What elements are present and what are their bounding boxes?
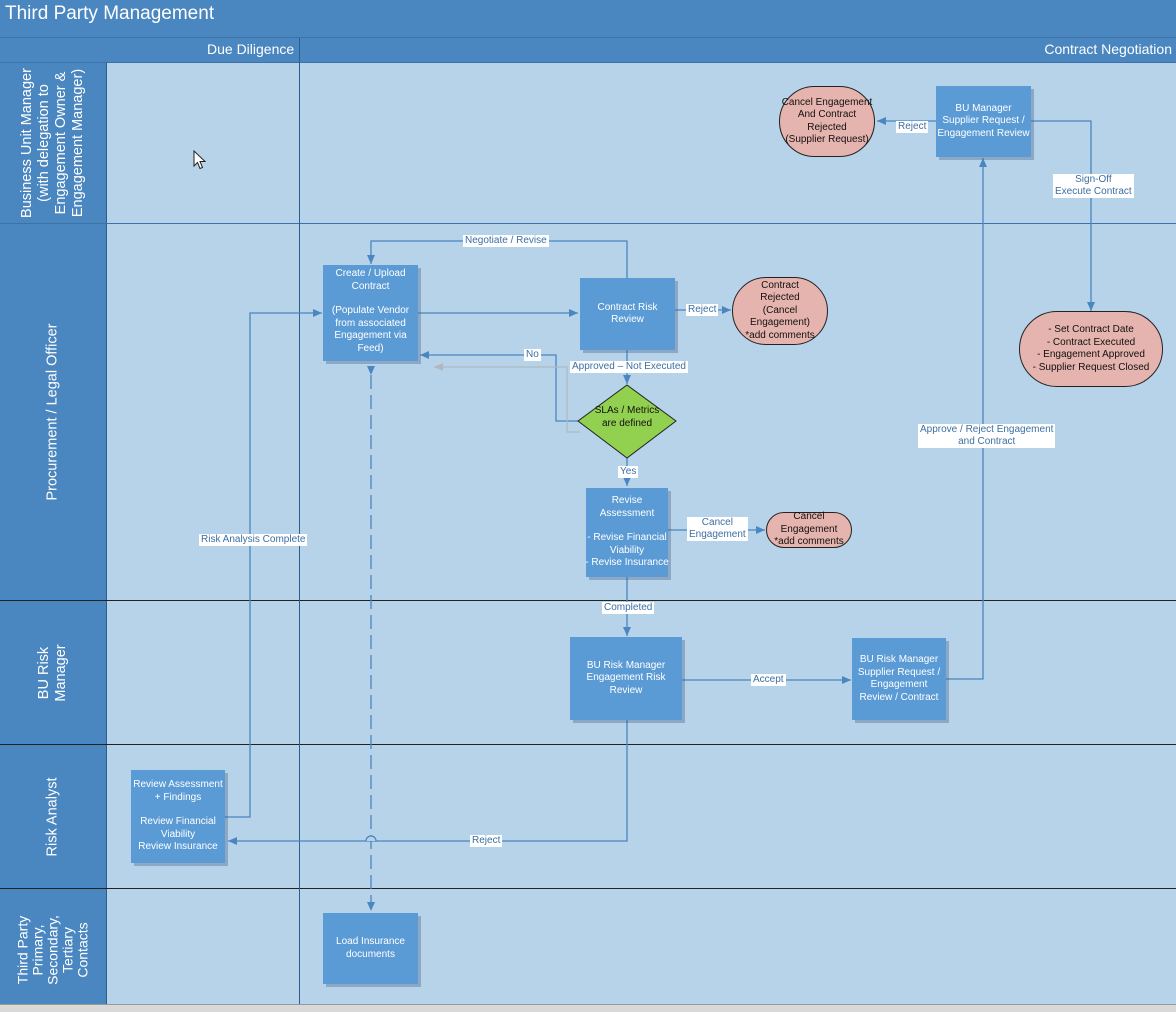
connector-reject-bottom <box>228 720 628 845</box>
box-bu-manager-review: BU Manager Supplier Request / Engagement… <box>936 86 1031 157</box>
box-revise-assessment: Revise Assessment - Revise Financial Via… <box>585 488 669 577</box>
edge-label-yes: Yes <box>618 466 639 478</box>
box-contract-risk-review: Contract Risk Review <box>580 278 675 350</box>
connector-no <box>420 351 580 422</box>
box-bu-risk-manager-review: BU Risk Manager Engagement Risk Review <box>570 637 682 720</box>
mouse-cursor-icon <box>193 150 207 170</box>
edge-label-no: No <box>524 349 541 361</box>
box-bu-risk-manager-contract: BU Risk Manager Supplier Request / Engag… <box>852 638 946 720</box>
edge-label-approve-reject: Approve / Reject Engagement and Contract <box>918 424 1056 448</box>
terminator-cancel-engagement: Cancel Engagement *add comments <box>766 511 852 548</box>
terminator-cancel-engagement-rejected: Cancel Engagement And Contract Rejected … <box>779 86 875 157</box>
edge-label-completed: Completed <box>602 602 655 614</box>
terminator-set-contract-date: - Set Contract Date - Contract Executed … <box>1019 311 1163 387</box>
decision-label: SLAs / Metrics are defined <box>594 405 660 429</box>
edge-label-approved-not-executed: Approved – Not Executed <box>570 361 688 373</box>
edge-label-accept: Accept <box>751 674 786 686</box>
terminator-contract-rejected: Contract Rejected (Cancel Engagement) *a… <box>732 277 828 345</box>
connector-risk-analysis-complete <box>224 309 322 818</box>
box-load-insurance: Load Insurance documents <box>323 913 418 984</box>
edge-label-sign-off: Sign-Off Execute Contract <box>1053 174 1134 198</box>
box-create-upload-contract: Create / Upload Contract (Populate Vendo… <box>323 265 418 361</box>
connector-jump <box>365 835 377 842</box>
edge-label-reject-contract: Reject <box>686 304 719 316</box>
edge-label-reject-bottom: Reject <box>470 835 503 847</box>
edge-label-cancel: Cancel Engagement <box>687 517 748 541</box>
connector-sign-off <box>1030 120 1095 311</box>
edge-label-negotiate-revise: Negotiate / Revise <box>463 235 549 247</box>
edge-label-reject-top: Reject <box>896 121 929 133</box>
box-review-assessment: Review Assessment + Findings Review Fina… <box>131 770 225 863</box>
edge-label-risk-analysis-complete: Risk Analysis Complete <box>199 534 308 546</box>
connector-grey <box>434 363 580 433</box>
